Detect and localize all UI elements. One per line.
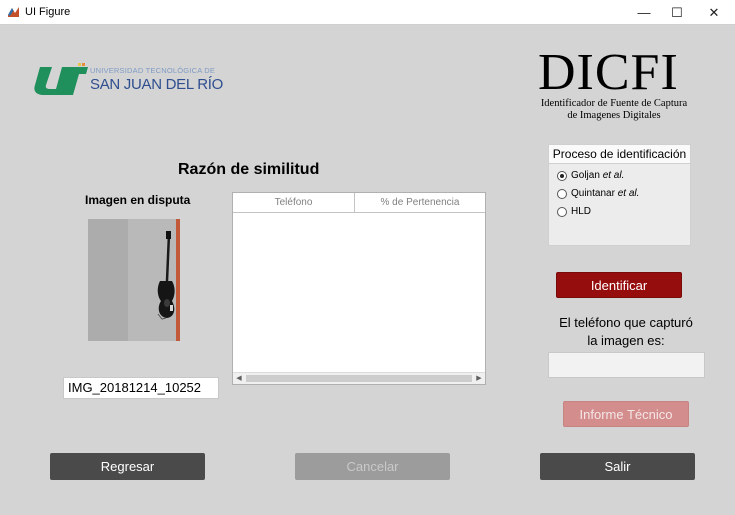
radio-goljan[interactable]: Goljan et al.	[557, 170, 624, 181]
radio-label: Quintanar	[571, 188, 615, 199]
subtitle-line2: de Imagenes Digitales	[567, 110, 661, 121]
similarity-table[interactable]: Teléfono % de Pertenencia ◀ ▶	[232, 192, 486, 385]
minimize-icon[interactable]: —	[627, 0, 661, 25]
dicfi-subtitle: Identificador de Fuente de Captura de Im…	[524, 98, 704, 122]
guitar-photo	[88, 219, 180, 341]
radio-label-suffix: et al.	[617, 188, 640, 199]
window-title: UI Figure	[25, 6, 71, 18]
technical-report-button[interactable]: Informe Técnico	[563, 401, 689, 427]
cancel-button[interactable]: Cancelar	[295, 453, 450, 480]
title-bar: UI Figure — ☐ ✕	[0, 0, 735, 25]
horizontal-scrollbar[interactable]: ◀ ▶	[233, 372, 485, 384]
disputed-image-preview	[88, 219, 180, 341]
scroll-right-icon[interactable]: ▶	[473, 373, 485, 384]
phone-result-label: El teléfono que capturó la imagen es:	[548, 314, 704, 350]
phone-result-field[interactable]	[548, 352, 705, 378]
radio-button[interactable]	[557, 188, 567, 199]
ut-logo-icon	[34, 63, 88, 95]
scroll-thumb[interactable]	[246, 375, 472, 382]
radio-quintanar[interactable]: Quintanar et al.	[557, 188, 639, 199]
utsjr-logo: UNIVERSIDAD TECNOLÓGICA DE SAN JUAN DEL …	[32, 63, 227, 103]
phone-label-line2: la imagen es:	[587, 333, 665, 348]
table-header: Teléfono % de Pertenencia	[233, 193, 485, 213]
radio-hld[interactable]: HLD	[557, 206, 591, 217]
file-name-field[interactable]: IMG_20181214_10252	[63, 377, 219, 399]
dicfi-title: DICFI	[538, 44, 679, 101]
process-panel: Proceso de identificación Goljan et al. …	[548, 144, 691, 246]
disputed-image-heading: Imagen en disputa	[85, 193, 191, 207]
radio-label: Goljan	[571, 170, 600, 181]
subtitle-line1: Identificador de Fuente de Captura	[540, 98, 688, 109]
column-phone[interactable]: Teléfono	[233, 193, 355, 212]
exit-button[interactable]: Salir	[540, 453, 695, 480]
logo-line1: UNIVERSIDAD TECNOLÓGICA DE	[90, 66, 216, 75]
phone-label-line1: El teléfono que capturó	[559, 315, 693, 330]
similarity-heading: Razón de similitud	[178, 161, 320, 178]
radio-button[interactable]	[557, 206, 567, 217]
maximize-icon[interactable]: ☐	[660, 0, 694, 25]
close-icon[interactable]: ✕	[697, 0, 731, 25]
radio-label-suffix: et al.	[602, 170, 625, 181]
radio-label: HLD	[571, 206, 592, 217]
logo-line2: SAN JUAN DEL RÍO	[90, 76, 224, 93]
identify-button[interactable]: Identificar	[556, 272, 682, 298]
radio-button[interactable]	[557, 170, 567, 181]
app-content: UNIVERSIDAD TECNOLÓGICA DE SAN JUAN DEL …	[0, 25, 735, 515]
process-title: Proceso de identificación	[549, 145, 690, 164]
matlab-app-icon	[7, 5, 20, 18]
scroll-left-icon[interactable]: ◀	[233, 373, 245, 384]
column-percent[interactable]: % de Pertenencia	[355, 193, 485, 212]
back-button[interactable]: Regresar	[50, 453, 205, 480]
